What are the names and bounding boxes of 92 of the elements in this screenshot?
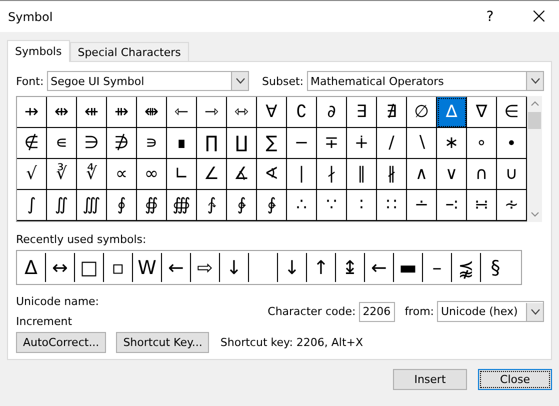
- dialog-button[interactable]: Insert: [393, 369, 467, 390]
- symbol-cell[interactable]: ∆: [437, 97, 467, 128]
- symbol-cell[interactable]: ∴: [287, 190, 317, 221]
- symbol-cell[interactable]: ∔: [347, 128, 377, 159]
- dialog-button[interactable]: Close: [478, 369, 552, 390]
- symbol-cell[interactable]: ∗: [437, 128, 467, 159]
- symbol-cell[interactable]: ∢: [257, 159, 287, 190]
- symbol-cell[interactable]: ∝: [107, 159, 137, 190]
- symbol-cell[interactable]: √: [17, 159, 47, 190]
- symbol-cell[interactable]: ∓: [317, 128, 347, 159]
- section-label: Recently used symbols:: [16, 233, 148, 246]
- scroll-down-icon[interactable]: [530, 212, 538, 217]
- symbol-cell[interactable]: ⇻: [107, 97, 137, 128]
- close-button[interactable]: ×: [519, 4, 559, 29]
- scroll-up-icon[interactable]: [530, 101, 538, 106]
- symbol-cell[interactable]: ∤: [317, 159, 347, 190]
- symbol-cell[interactable]: ⇽: [167, 97, 197, 128]
- symbol-cell[interactable]: ∭: [77, 190, 107, 221]
- field-label: Character code:: [268, 305, 356, 318]
- shortcut-key-button[interactable]: Shortcut Key...: [116, 332, 210, 353]
- scrollbar[interactable]: [527, 96, 542, 222]
- symbol-cell[interactable]: ∄: [377, 97, 407, 128]
- symbol-cell[interactable]: ∮: [107, 190, 137, 221]
- unicode-name: Increment: [16, 315, 74, 328]
- symbol-cell[interactable]: ∑: [257, 128, 287, 159]
- symbol-cell[interactable]: ∫: [17, 190, 47, 221]
- symbol-cell[interactable]: ∘: [467, 128, 497, 159]
- symbol-cell[interactable]: ∧: [407, 159, 437, 190]
- symbol-cell[interactable]: ∊: [47, 128, 77, 159]
- field-label: Font:: [16, 74, 44, 88]
- shortcut-key-text: Shortcut key: 2206, Alt+X: [220, 336, 364, 349]
- character-code-field[interactable]: 2206: [358, 302, 395, 322]
- from-dropdown[interactable]: Unicode (hex): [437, 301, 544, 322]
- symbol-cell[interactable]: ∟: [167, 159, 197, 190]
- symbol-cell[interactable]: ∸: [407, 190, 437, 221]
- symbol-cell[interactable]: ∛: [47, 159, 77, 190]
- tab[interactable]: Special Characters: [70, 42, 189, 61]
- symbol-cell[interactable]: ⇹: [47, 97, 77, 128]
- symbol-cell[interactable]: ∥: [347, 159, 377, 190]
- symbol-cell[interactable]: ∏: [197, 128, 227, 159]
- symbol-cell[interactable]: ∖: [407, 128, 437, 159]
- symbol-cell[interactable]: ∶: [347, 190, 377, 221]
- symbol-cell[interactable]: ∺: [467, 190, 497, 221]
- symbol-cell[interactable]: ⇼: [137, 97, 167, 128]
- symbol-cell[interactable]: ∷: [377, 190, 407, 221]
- symbol-cell[interactable]: ∌: [107, 128, 137, 159]
- symbol-cell[interactable]: ⇸: [17, 97, 47, 128]
- symbol-cell[interactable]: ∵: [317, 190, 347, 221]
- symbol-cell[interactable]: −: [287, 128, 317, 159]
- symbol-cell[interactable]: ∳: [257, 190, 287, 221]
- field-label: from:: [404, 305, 434, 318]
- tab[interactable]: Symbols: [7, 40, 70, 62]
- symbol-cell[interactable]: ∉: [17, 128, 47, 159]
- symbol-cell[interactable]: ∕: [377, 128, 407, 159]
- symbol-cell[interactable]: ∃: [347, 97, 377, 128]
- autocorrect-button[interactable]: AutoCorrect...: [16, 332, 106, 353]
- field-label: Unicode name:: [16, 295, 100, 308]
- symbol-cell[interactable]: ∇: [467, 97, 497, 128]
- symbol-cell[interactable]: ∞: [137, 159, 167, 190]
- symbol-cell[interactable]: ∂: [317, 97, 347, 128]
- symbol-cell[interactable]: ∍: [137, 128, 167, 159]
- field-label: Subset:: [262, 74, 304, 88]
- window-title: Symbol: [7, 10, 53, 24]
- symbol-cell[interactable]: ∋: [77, 128, 107, 159]
- symbol-cell[interactable]: ∣: [287, 159, 317, 190]
- font-dropdown[interactable]: Segoe UI Symbol: [46, 71, 250, 91]
- symbol-cell[interactable]: ∠: [197, 159, 227, 190]
- dropdown-value: Mathematical Operators: [310, 74, 445, 88]
- scrollbar-thumb[interactable]: [528, 112, 541, 129]
- symbol-cell[interactable]: ∡: [227, 159, 257, 190]
- subset-dropdown[interactable]: Mathematical Operators: [306, 71, 544, 91]
- symbol-cell[interactable]: ∎: [167, 128, 197, 159]
- symbol-cell[interactable]: ⇾: [197, 97, 227, 128]
- symbol-cell[interactable]: ∜: [77, 159, 107, 190]
- symbol-cell[interactable]: ∰: [167, 190, 197, 221]
- symbol-cell[interactable]: ∨: [437, 159, 467, 190]
- symbol-cell[interactable]: ∯: [137, 190, 167, 221]
- symbol-cell[interactable]: ∦: [377, 159, 407, 190]
- recent-symbol[interactable]: §: [481, 253, 510, 282]
- symbol-cell[interactable]: ∱: [197, 190, 227, 221]
- symbol-cell[interactable]: ⇺: [77, 97, 107, 128]
- symbol-cell[interactable]: ∩: [467, 159, 497, 190]
- symbol-cell[interactable]: ∀: [257, 97, 287, 128]
- symbol-cell[interactable]: ∐: [227, 128, 257, 159]
- symbol-cell[interactable]: ⇿: [227, 97, 257, 128]
- dropdown-value: Segoe UI Symbol: [50, 74, 146, 88]
- dropdown-value: Unicode (hex): [440, 305, 519, 318]
- symbol-cell[interactable]: ∬: [47, 190, 77, 221]
- symbol-cell[interactable]: ∲: [227, 190, 257, 221]
- symbol-cell[interactable]: ∁: [287, 97, 317, 128]
- help-button[interactable]: ?: [475, 8, 505, 24]
- symbol-cell[interactable]: ∹: [437, 190, 467, 221]
